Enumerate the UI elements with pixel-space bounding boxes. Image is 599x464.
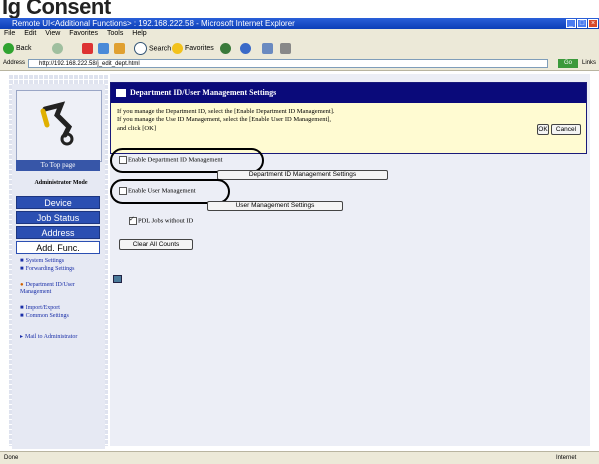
- stop-button[interactable]: [82, 42, 95, 55]
- star-icon: [172, 42, 183, 54]
- to-top-page-button[interactable]: To Top page: [16, 160, 100, 171]
- bullet-icon: ●: [20, 282, 24, 288]
- window-title: Remote UI<Additional Functions> : 192.16…: [12, 19, 295, 28]
- nav-job-status-button[interactable]: Job Status: [16, 211, 100, 224]
- pdl-jobs-checkbox[interactable]: PDL Jobs without ID: [129, 215, 193, 225]
- instruction-line: and click [OK]: [117, 124, 156, 132]
- status-bar: Done Internet: [0, 451, 599, 464]
- nav-address-button[interactable]: Address: [16, 226, 100, 239]
- dept-id-settings-button[interactable]: Department ID Management Settings: [217, 170, 388, 180]
- back-arrow-icon: [3, 42, 14, 54]
- links-label[interactable]: Links: [582, 60, 596, 66]
- ok-button[interactable]: OK: [537, 124, 549, 135]
- minimize-button[interactable]: _: [566, 19, 576, 28]
- bullet-icon: ■: [20, 258, 24, 264]
- bullet-icon: ■: [20, 266, 24, 272]
- window-title-bar: Remote UI<Additional Functions> : 192.16…: [0, 18, 599, 29]
- arrow-icon: ▸: [20, 334, 24, 340]
- menu-file[interactable]: File: [4, 30, 15, 37]
- menu-tools[interactable]: Tools: [107, 30, 123, 37]
- nav-device-button[interactable]: Device: [16, 196, 100, 209]
- menu-bar: File Edit View Favorites Tools Help: [0, 29, 599, 39]
- search-icon: [134, 42, 147, 55]
- toolbar: Back Search Favorites: [0, 39, 599, 59]
- nav-add-func-button[interactable]: Add. Func.: [16, 241, 100, 254]
- page-top-icon[interactable]: [113, 275, 122, 283]
- panel-title: Department ID/User Management Settings: [130, 88, 277, 97]
- history-icon: [240, 42, 251, 54]
- address-input[interactable]: http://192.168.222.58/j_edit_dept.html: [28, 59, 548, 68]
- status-text: Done: [4, 455, 19, 461]
- printer-logo[interactable]: [16, 90, 102, 162]
- settings-icon: [116, 89, 126, 98]
- mail-icon: [262, 42, 273, 54]
- clear-all-counts-button[interactable]: Clear All Counts: [119, 239, 193, 250]
- page-heading: Ig Consent: [2, 0, 111, 19]
- search-button[interactable]: Search: [134, 42, 171, 55]
- panel-title-bar: Department ID/User Management Settings: [111, 83, 586, 103]
- favorites-button[interactable]: Favorites: [172, 42, 214, 55]
- refresh-icon: [98, 42, 109, 54]
- home-icon: [114, 42, 125, 54]
- sidebar-link-system-settings[interactable]: ■ System Settings: [20, 258, 102, 265]
- printer-logo-icon: [40, 101, 74, 146]
- mail-to-admin-link[interactable]: ▸ Mail to Administrator: [20, 334, 80, 341]
- back-button[interactable]: Back: [3, 42, 32, 55]
- maximize-button[interactable]: □: [577, 19, 587, 28]
- checkbox-checked-icon: [129, 215, 137, 225]
- go-button[interactable]: Go: [558, 59, 578, 68]
- checkbox-icon: [119, 156, 127, 164]
- forward-arrow-icon: [52, 42, 63, 54]
- user-management-checkbox[interactable]: Enable User Management: [119, 187, 196, 195]
- sidebar-link-department-id[interactable]: ● Department ID/User Management: [20, 282, 102, 296]
- sidebar-link-import-export[interactable]: ■ Import/Export: [20, 305, 102, 312]
- close-button[interactable]: ×: [588, 19, 598, 28]
- print-button[interactable]: [280, 42, 293, 55]
- media-button[interactable]: [220, 42, 233, 55]
- user-management-settings-button[interactable]: User Management Settings: [207, 201, 343, 211]
- window-controls: _ □ ×: [566, 19, 598, 28]
- menu-edit[interactable]: Edit: [24, 30, 36, 37]
- dept-id-checkbox[interactable]: Enable Department ID Management: [119, 156, 222, 164]
- address-label: Address: [3, 60, 26, 66]
- bullet-icon: ■: [20, 305, 24, 311]
- cancel-button[interactable]: Cancel: [551, 124, 581, 135]
- address-bar: Address http://192.168.222.58/j_edit_dep…: [0, 58, 599, 71]
- menu-view[interactable]: View: [45, 30, 60, 37]
- sidebar-link-common-settings[interactable]: ■ Common Settings: [20, 313, 102, 320]
- history-button[interactable]: [240, 42, 253, 55]
- checkbox-icon: [119, 187, 127, 195]
- admin-mode-label: Administrator Mode: [34, 180, 88, 186]
- menu-help[interactable]: Help: [132, 30, 146, 37]
- forward-button[interactable]: [52, 42, 65, 55]
- print-icon: [280, 42, 291, 54]
- instruction-line: If you manage the Department ID, select …: [117, 108, 335, 115]
- sidebar-link-forwarding-settings[interactable]: ■ Forwarding Settings: [20, 266, 102, 273]
- menu-favorites[interactable]: Favorites: [69, 30, 98, 37]
- bullet-icon: ■: [20, 313, 24, 319]
- instruction-text: If you manage the Department ID, select …: [117, 108, 477, 133]
- mail-button[interactable]: [262, 42, 275, 55]
- zone-label: Internet: [556, 455, 577, 461]
- instruction-line: If you manage the Use ID Management, sel…: [117, 116, 332, 124]
- media-icon: [220, 42, 231, 54]
- stop-icon: [82, 42, 93, 54]
- refresh-button[interactable]: [98, 42, 111, 55]
- home-button[interactable]: [114, 42, 127, 55]
